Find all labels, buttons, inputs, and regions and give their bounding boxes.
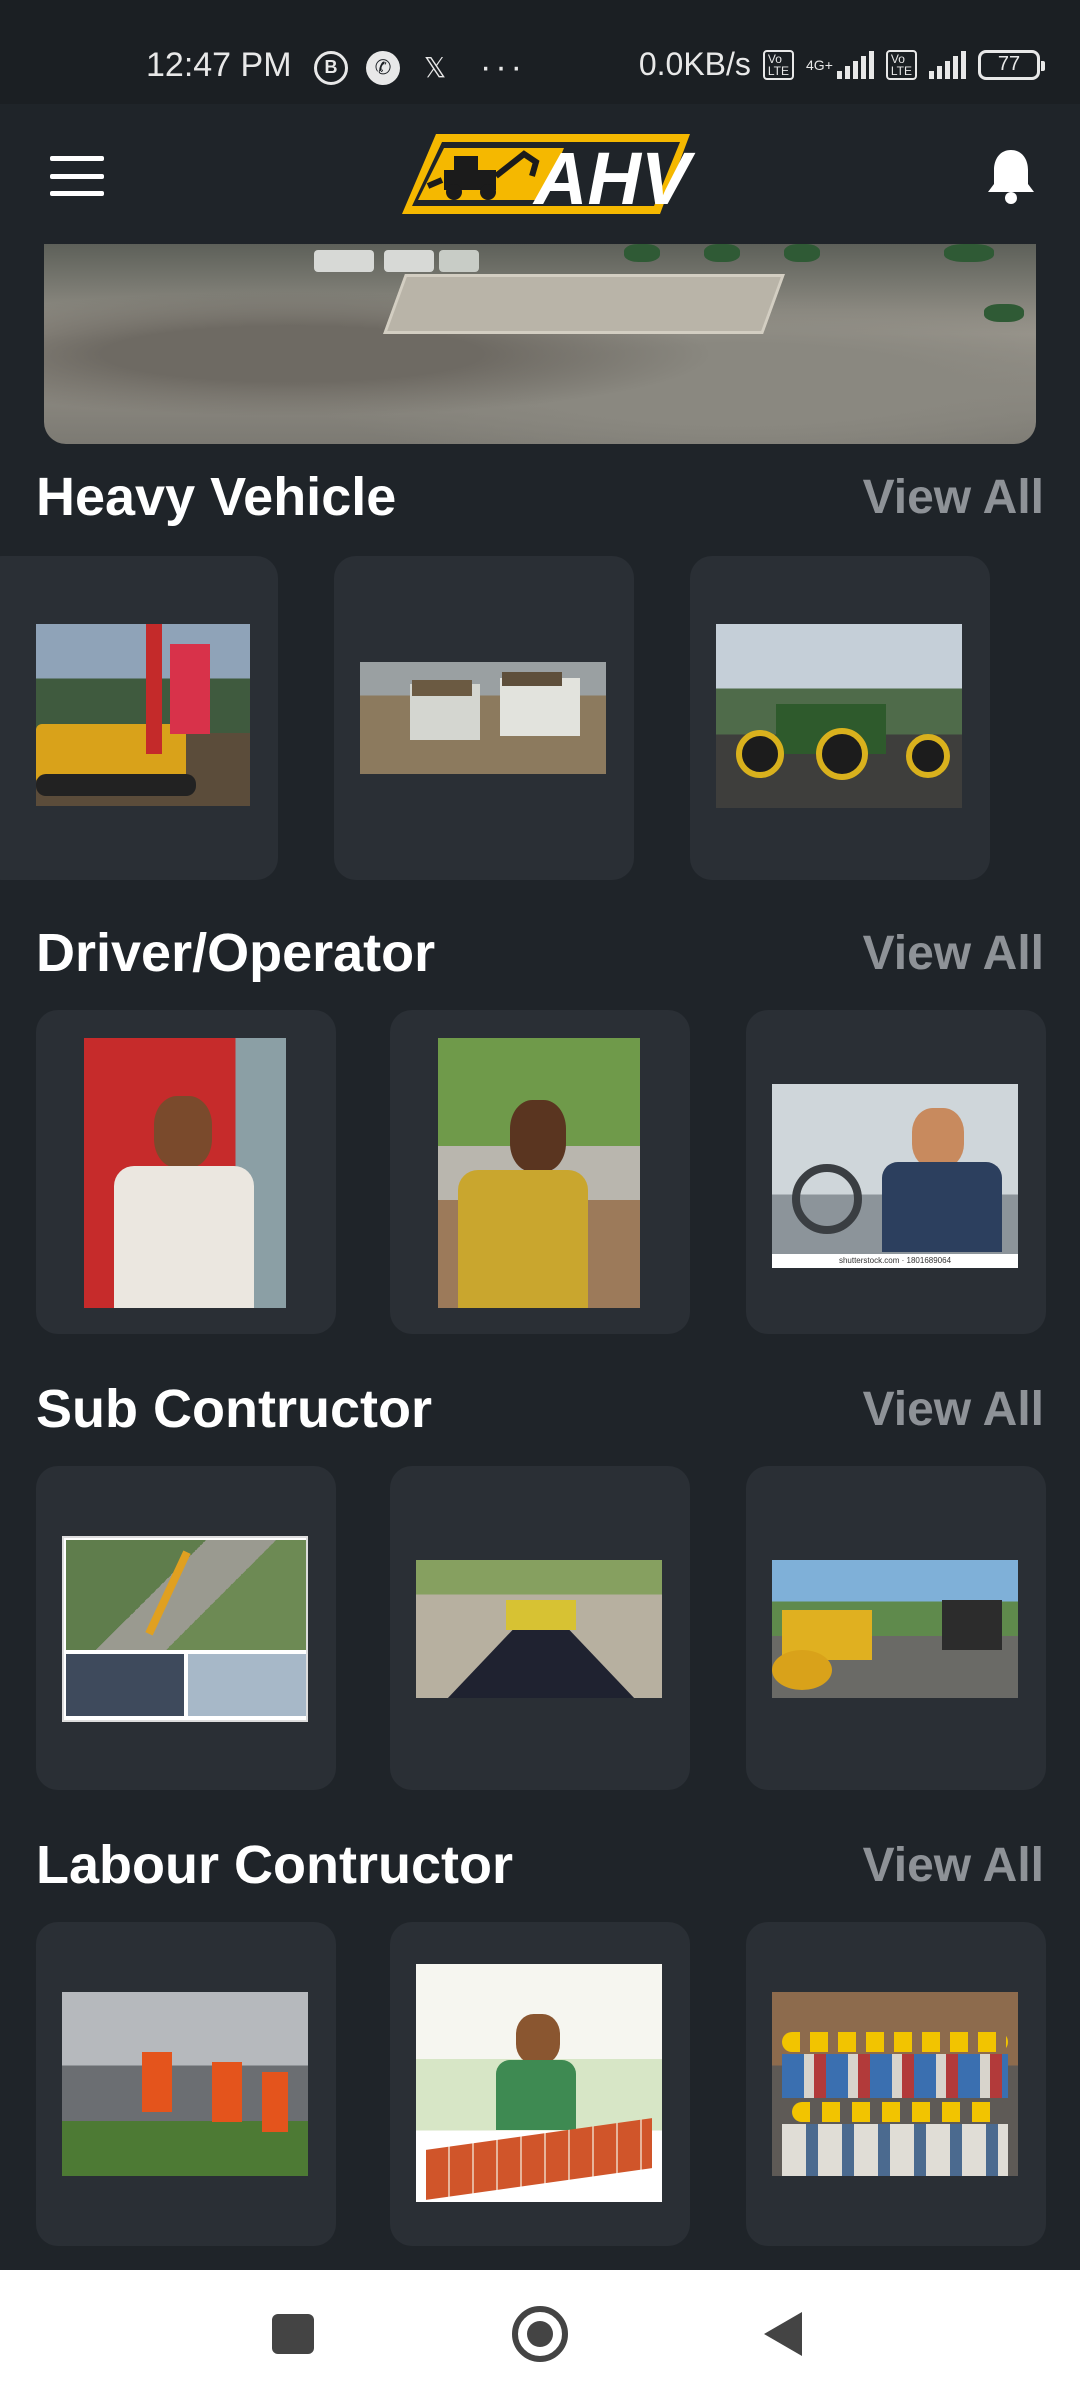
section-title: Labour Contructor [36,1835,513,1895]
driver-operator-carousel[interactable]: shutterstock.com · 1801689064 [0,1010,1080,1336]
view-all-button[interactable]: View All [863,926,1044,981]
view-all-button[interactable]: View All [863,470,1044,525]
driver-card[interactable] [390,1010,690,1334]
phone-call-icon: ✆ [366,50,400,85]
piling-rig-photo [36,624,250,806]
battery-icon: 77 [978,49,1045,80]
road-roller-photo [772,1560,1018,1698]
labour-contructor-card[interactable] [746,1922,1046,2246]
section-sub-contructor-header: Sub Contructor View All [36,1378,1044,1440]
section-driver-operator-header: Driver/Operator View All [36,922,1044,984]
hero-banner[interactable] [44,244,1036,444]
vehicle-card[interactable] [334,556,634,880]
system-nav-bar [0,2270,1080,2400]
menu-icon[interactable] [50,156,104,196]
driver-card[interactable]: shutterstock.com · 1801689064 [746,1010,1046,1334]
signal-icon [836,50,874,79]
sub-contructor-card[interactable] [390,1466,690,1790]
view-all-button[interactable]: View All [863,1382,1044,1437]
b-circle-icon: B [314,50,348,85]
net-speed: 0.0KB/s [638,46,751,82]
view-all-button[interactable]: View All [863,1838,1044,1893]
tractor-photo [716,624,962,808]
driver-card[interactable] [36,1010,336,1334]
driver-portrait-photo-1 [84,1038,286,1308]
section-heavy-vehicle-header: Heavy Vehicle View All [36,466,1044,528]
status-time: 12:47 PM [146,46,292,84]
more-dots-icon: ··· [480,48,526,86]
app-logo: AHV [402,134,696,220]
section-labour-contructor-header: Labour Contructor View All [36,1834,1044,1896]
sub-contructor-carousel[interactable] [0,1466,1080,1792]
labour-contructor-card[interactable] [36,1922,336,2246]
heavy-vehicle-carousel[interactable] [0,556,1080,882]
truck-driver-photo: shutterstock.com · 1801689064 [772,1084,1018,1268]
vehicle-card[interactable] [690,556,990,880]
volte-icon-2: Vo LTE [885,49,917,80]
sub-contructor-card[interactable] [36,1466,336,1790]
vehicle-card[interactable] [0,556,278,880]
volte-icon: Vo LTE [762,49,795,80]
watermark-text: shutterstock.com · 1801689064 [772,1254,1018,1268]
section-title: Driver/Operator [36,923,436,983]
labour-contructor-card[interactable] [390,1922,690,2246]
brick-layer-photo [416,1964,662,2202]
status-right: 0.0KB/s Vo LTE 4G+ Vo LTE 77 [638,46,1045,83]
home-button[interactable] [512,2306,568,2362]
bell-icon[interactable] [984,146,1038,206]
worker-group-photo [772,1992,1018,2176]
labour-contructor-carousel[interactable] [0,1922,1080,2272]
notification-icons: B ✆ 𝕏 ··· [314,48,526,87]
section-title: Sub Contructor [36,1379,432,1439]
status-bar: 12:47 PM B ✆ 𝕏 ··· 0.0KB/s Vo LTE 4G+ Vo L… [0,0,1080,104]
driver-portrait-photo-2 [438,1038,640,1308]
road-paving-photo [416,1560,662,1698]
dump-trucks-photo [360,662,606,774]
logo-text: AHV [532,137,696,220]
section-title: Heavy Vehicle [36,467,397,527]
app-header: AHV [0,104,1080,244]
network-type: 4G+ [806,56,833,73]
back-button[interactable] [764,2312,802,2356]
recents-button[interactable] [272,2314,314,2354]
sub-contructor-card[interactable] [746,1466,1046,1790]
signal-icon-2 [929,50,966,79]
bridge-construction-collage-photo [62,1536,308,1722]
x-logo-icon: 𝕏 [423,52,447,83]
road-workers-photo [62,1992,308,2176]
